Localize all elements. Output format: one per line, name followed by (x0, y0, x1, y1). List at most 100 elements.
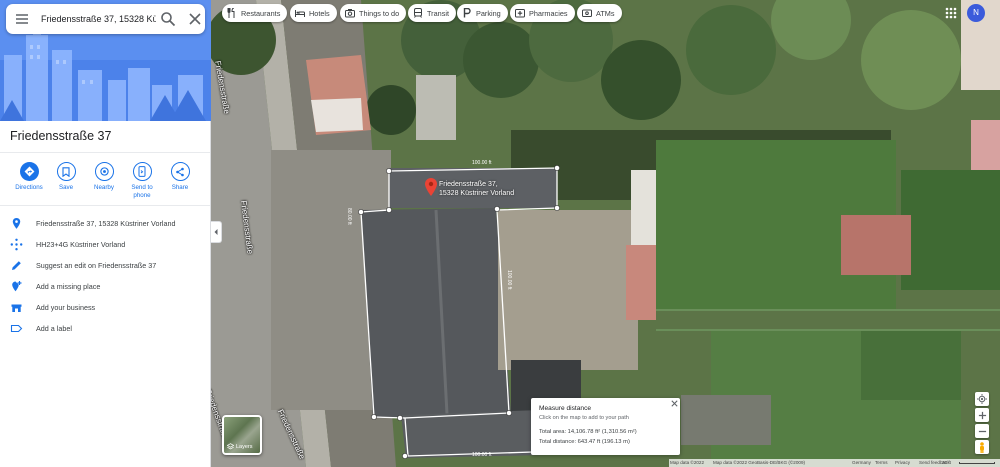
search-input[interactable]: Friedensstraße 37, 15328 Küstrine (41, 4, 156, 34)
chip-label: Restaurants (241, 8, 281, 18)
chip-label: Hotels (309, 8, 330, 18)
add-label-row[interactable]: Add a label (0, 320, 210, 338)
satellite-imagery[interactable] (211, 0, 1000, 467)
share-icon (170, 162, 190, 181)
nearby-label: Nearby (94, 184, 114, 191)
chip-label: Things to do (359, 8, 400, 18)
chip-parking[interactable]: Parking (457, 4, 508, 22)
minus-icon (978, 430, 986, 432)
layers-icon (227, 443, 234, 450)
footer-country[interactable]: Germany (852, 460, 871, 465)
measure-dimension-label: 100.00 ft (506, 270, 512, 290)
add-business-row[interactable]: Add your business (0, 299, 210, 317)
pegman-button[interactable] (975, 440, 989, 454)
footer-privacy[interactable]: Privacy (895, 460, 910, 465)
save-button[interactable]: Save (46, 162, 86, 192)
pin-label-line: 15328 Küstriner Vorland (439, 190, 515, 197)
measure-distance-card: Measure distance Click on the map to add… (531, 398, 680, 455)
measure-title: Measure distance (539, 405, 592, 412)
chevron-left-icon (214, 229, 218, 235)
chip-atms[interactable]: ATMs (577, 4, 622, 22)
layers-label: Layers (236, 443, 253, 450)
send-to-phone-button[interactable]: Send to phone (122, 162, 162, 200)
directions-button[interactable]: Directions (9, 162, 49, 192)
plus-code-icon (10, 238, 23, 251)
location-pin-icon (12, 218, 21, 229)
my-location-button[interactable] (975, 392, 989, 406)
menu-icon[interactable] (12, 9, 32, 29)
pegman-icon (980, 441, 984, 453)
map-controls (975, 392, 989, 456)
share-label: Share (171, 184, 189, 191)
atm-icon (582, 9, 592, 17)
chip-restaurants[interactable]: Restaurants (222, 4, 288, 22)
side-panel: Friedensstraße 37, 15328 Küstrine Friede… (0, 0, 211, 467)
chip-pharmacies[interactable]: Pharmacies (510, 4, 575, 22)
chip-label: Pharmacies (529, 8, 568, 18)
measure-dimension-label: 100.00 ft (472, 160, 492, 166)
chip-label: ATMs (596, 8, 615, 18)
page-title: Friedensstraße 37 (10, 129, 112, 143)
my-location-icon (977, 394, 987, 404)
measure-total-distance: Total distance: 643.47 ft (196.13 m) (539, 439, 630, 445)
measure-dimension-label: 80.00 ft (346, 208, 352, 225)
measure-total-area: Total area: 14,106.78 ft² (1,310.56 m²) (539, 429, 637, 435)
maps-window: Friedensstraße Friedensstraße Friedensst… (0, 0, 1000, 467)
phone-icon (132, 162, 152, 181)
measure-hint: Click on the map to add to your path (539, 415, 629, 421)
footer-map-data[interactable]: Map data ©2022 (670, 460, 704, 465)
chip-transit[interactable]: Transit (408, 4, 457, 22)
pin-label: Friedensstraße 37, 15328 Küstriner Vorla… (439, 180, 514, 198)
measure-dimension-label: 100.00 ft (472, 452, 492, 458)
plus-code-text: HH23+4G Küstriner Vorland (36, 240, 126, 249)
business-icon (11, 304, 22, 312)
footer-terms[interactable]: Terms (875, 460, 888, 465)
suggest-edit-text: Suggest an edit on Friedensstraße 37 (36, 261, 157, 270)
pharmacy-icon (515, 9, 525, 18)
share-button[interactable]: Share (160, 162, 200, 192)
map-footer: Map data ©2022 Map data ©2022 GeoBasis-D… (669, 459, 1000, 467)
search-box[interactable]: Friedensstraße 37, 15328 Küstrine (6, 4, 205, 34)
hotel-icon (295, 10, 305, 17)
zoom-out-button[interactable] (975, 424, 989, 438)
label-icon (10, 324, 23, 333)
chip-label: Transit (427, 8, 450, 18)
suggest-edit-row[interactable]: Suggest an edit on Friedensstraße 37 (0, 257, 210, 275)
collapse-panel-button[interactable] (211, 221, 222, 243)
address-row[interactable]: Friedensstraße 37, 15328 Küstriner Vorla… (0, 215, 210, 233)
pencil-icon (12, 261, 21, 270)
add-place-icon (12, 281, 22, 292)
save-label: Save (58, 184, 74, 191)
send-to-phone-label: Send to phone (131, 184, 153, 199)
nearby-button[interactable]: Nearby (84, 162, 124, 192)
restaurant-icon (227, 8, 235, 18)
directions-icon (19, 162, 39, 181)
zoom-in-button[interactable] (975, 408, 989, 422)
apps-grid-icon[interactable] (944, 6, 958, 20)
parking-icon (463, 8, 471, 18)
footer-imagery[interactable]: Map data ©2022 GeoBasis-DE/BKG (©2009) (713, 460, 805, 465)
plus-code-row[interactable]: HH23+4G Küstriner Vorland (0, 236, 210, 254)
add-missing-place-text: Add a missing place (36, 282, 101, 291)
scale-bar (959, 462, 995, 464)
footer-scale[interactable]: 20 ft (942, 460, 951, 465)
add-business-text: Add your business (36, 303, 96, 312)
divider (0, 205, 210, 206)
close-icon[interactable] (670, 399, 679, 408)
map-canvas[interactable] (211, 0, 1000, 467)
chip-things-to-do[interactable]: Things to do (340, 4, 407, 22)
nearby-icon (94, 162, 114, 181)
plus-icon (978, 411, 986, 419)
chip-hotels[interactable]: Hotels (290, 4, 337, 22)
chip-label: Parking (476, 8, 501, 18)
address-text: Friedensstraße 37, 15328 Küstriner Vorla… (36, 219, 176, 228)
close-icon[interactable] (185, 9, 205, 29)
search-icon[interactable] (158, 9, 178, 29)
map-pin-icon[interactable] (425, 178, 437, 196)
pin-label-line: Friedensstraße 37, (439, 181, 498, 188)
layers-label-wrap: Layers (227, 443, 253, 450)
layers-button[interactable]: Layers (222, 415, 262, 455)
add-missing-place-row[interactable]: Add a missing place (0, 278, 210, 296)
bookmark-icon (56, 162, 76, 181)
avatar[interactable]: N (967, 4, 985, 22)
